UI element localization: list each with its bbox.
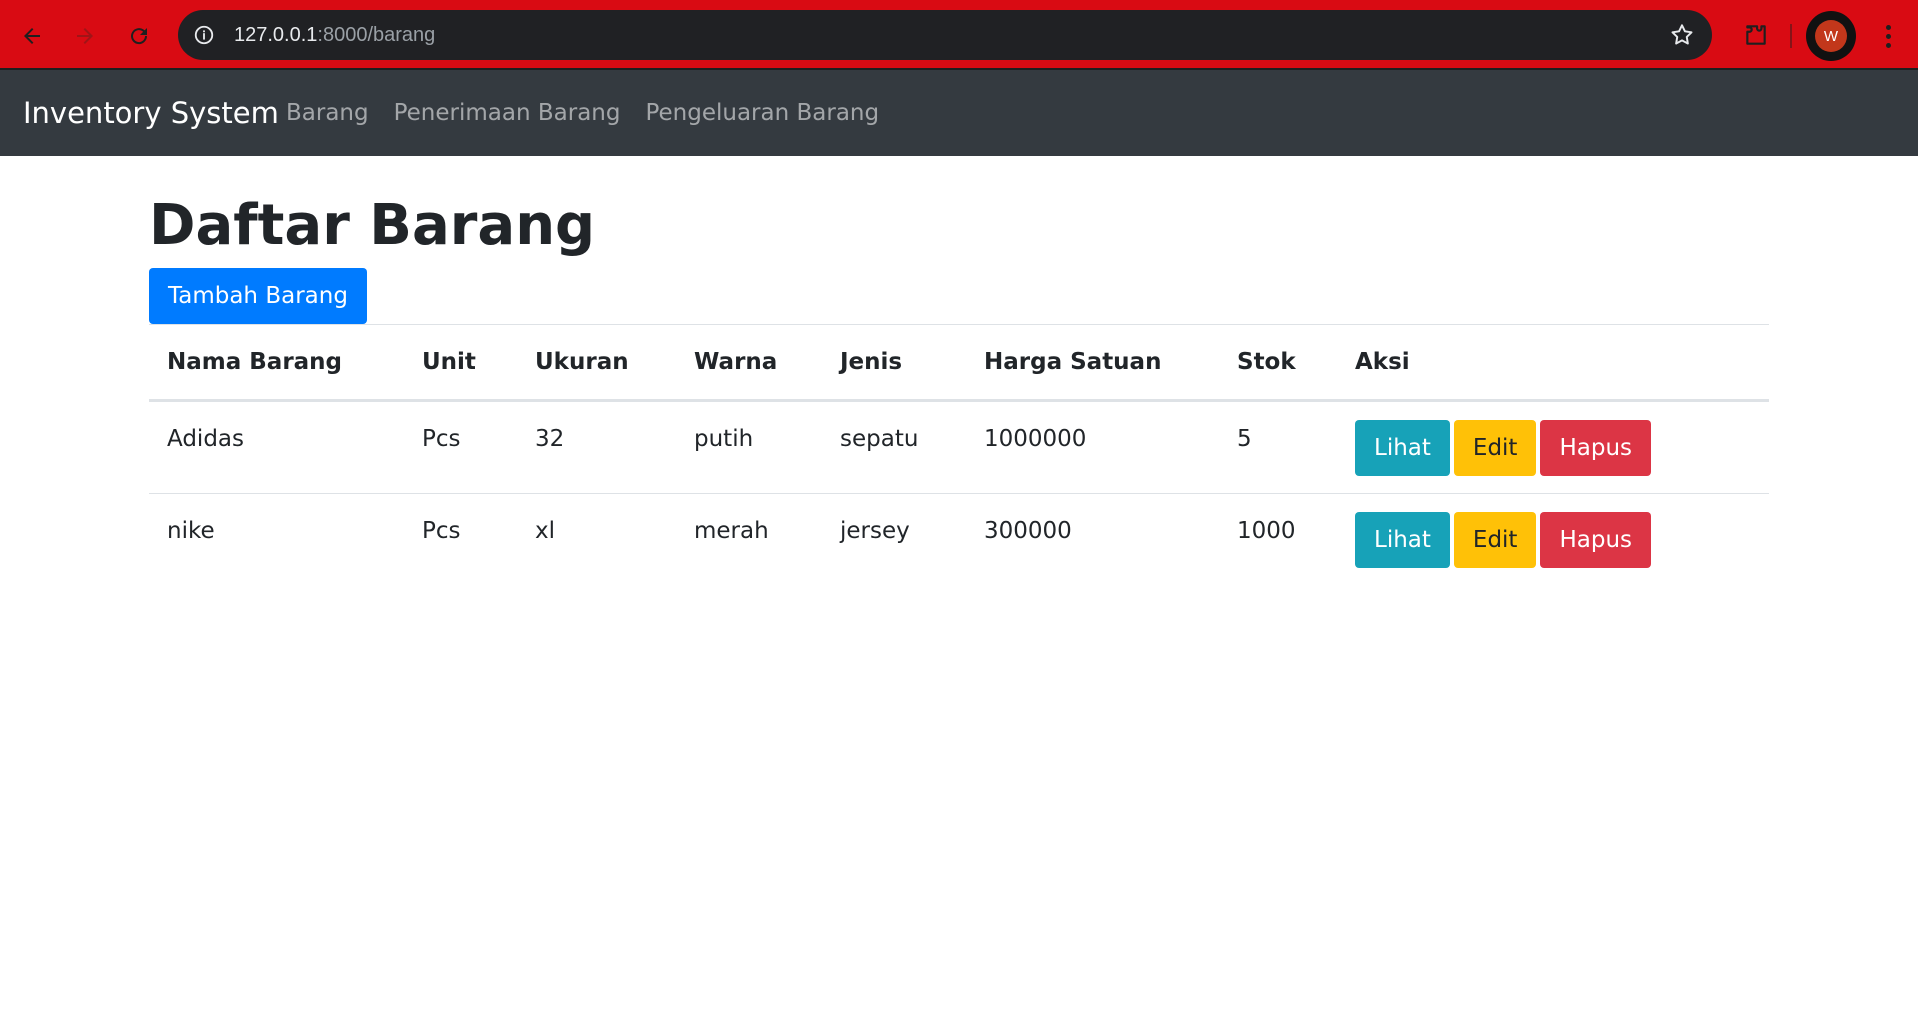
browser-menu-icon[interactable]: [1870, 14, 1906, 58]
cell-nama-barang: Adidas: [149, 400, 404, 494]
header-harga-satuan: Harga Satuan: [966, 324, 1219, 402]
cell-harga-satuan: 300000: [984, 518, 1072, 544]
table-header-row: Nama Barang Unit Ukuran Warna Jenis Harg…: [149, 324, 1769, 402]
cell-aksi: Lihat Edit Hapus: [1337, 400, 1769, 494]
header-nama-barang: Nama Barang: [149, 324, 404, 402]
forward-button[interactable]: [63, 14, 107, 58]
delete-button[interactable]: Hapus: [1540, 420, 1652, 476]
header-warna: Warna: [676, 324, 822, 402]
site-info-icon[interactable]: [190, 21, 218, 49]
table-row: Adidas Pcs 32 putih sepatu 1000000 5 Lih…: [149, 400, 1769, 494]
navbar: Inventory System Barang Penerimaan Baran…: [0, 70, 1918, 156]
header-unit: Unit: [404, 324, 517, 402]
cell-ukuran: xl: [535, 518, 556, 544]
nav-link-penerimaan-barang[interactable]: Penerimaan Barang: [394, 70, 621, 156]
cell-ukuran: 32: [517, 400, 676, 494]
url-host: 127.0.0.1: [234, 24, 318, 46]
cell-stok: 5: [1219, 400, 1337, 494]
page-title: Daftar Barang: [149, 193, 596, 258]
forward-arrow-icon: [77, 28, 93, 44]
reload-icon: [131, 28, 148, 45]
avatar: W: [1815, 20, 1847, 52]
cell-jenis: sepatu: [822, 400, 966, 494]
cell-unit: Pcs: [404, 400, 517, 494]
header-ukuran: Ukuran: [517, 324, 676, 402]
toolbar-divider: [1790, 24, 1792, 48]
browser-toolbar: 127.0.0.1:8000/barang W: [0, 0, 1918, 70]
cell-warna: putih: [676, 400, 822, 494]
url-text: 127.0.0.1:8000/barang: [234, 10, 435, 60]
back-arrow-icon: [24, 28, 40, 44]
bookmark-star-icon[interactable]: [1666, 19, 1698, 51]
header-stok: Stok: [1219, 324, 1337, 402]
back-button[interactable]: [10, 14, 54, 58]
nav-links: Barang Penerimaan Barang Pengeluaran Bar…: [286, 70, 904, 156]
header-jenis: Jenis: [822, 324, 966, 402]
cell-nama-barang: nike: [167, 518, 215, 544]
reload-button[interactable]: [117, 14, 161, 58]
nav-link-pengeluaran-barang[interactable]: Pengeluaran Barang: [645, 70, 879, 156]
extensions-icon[interactable]: [1736, 15, 1776, 55]
cell-aksi: Lihat Edit Hapus: [1337, 494, 1769, 587]
view-button[interactable]: Lihat: [1355, 420, 1450, 476]
nav-link-barang[interactable]: Barang: [286, 70, 369, 156]
table-row: nike Pcs xl merah jersey 300000 1000 Lih…: [149, 494, 1769, 587]
items-table: Nama Barang Unit Ukuran Warna Jenis Harg…: [149, 324, 1769, 587]
header-aksi: Aksi: [1337, 324, 1769, 402]
cell-stok: 1000: [1237, 518, 1296, 544]
cell-jenis: jersey: [840, 518, 910, 544]
cell-harga-satuan: 1000000: [966, 400, 1219, 494]
delete-button[interactable]: Hapus: [1540, 512, 1652, 568]
edit-button[interactable]: Edit: [1453, 512, 1537, 568]
cell-unit: Pcs: [422, 518, 461, 544]
view-button[interactable]: Lihat: [1355, 512, 1450, 568]
address-bar[interactable]: 127.0.0.1:8000/barang: [178, 10, 1712, 60]
cell-warna: merah: [694, 518, 769, 544]
edit-button[interactable]: Edit: [1453, 420, 1537, 476]
add-item-button[interactable]: Tambah Barang: [149, 268, 367, 324]
navbar-brand[interactable]: Inventory System: [23, 70, 279, 156]
profile-button[interactable]: W: [1806, 11, 1856, 61]
main-content: Daftar Barang Tambah Barang Nama Barang …: [149, 156, 1769, 587]
url-path: :8000/barang: [317, 24, 436, 46]
